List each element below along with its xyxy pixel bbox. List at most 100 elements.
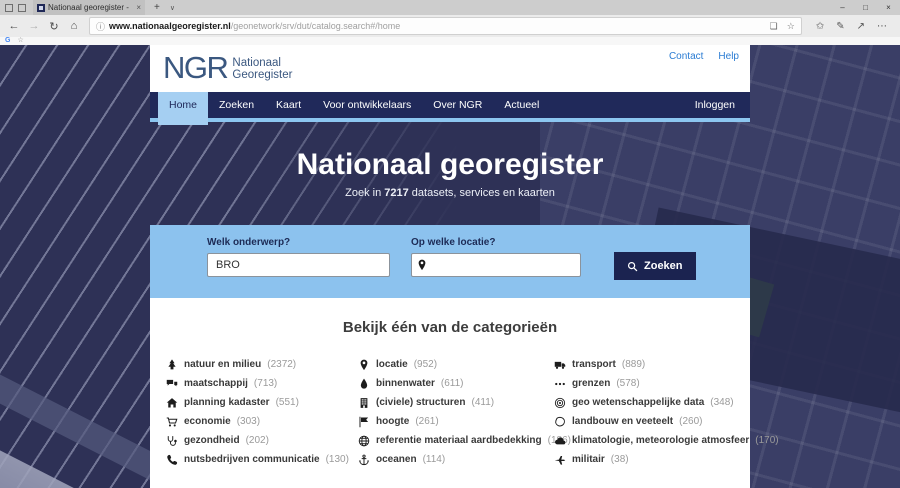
category-count: (114): [423, 454, 446, 465]
nav-item-actueel[interactable]: Actueel: [493, 92, 550, 118]
logo-acronym: NGR: [163, 49, 227, 87]
maximize-button[interactable]: □: [854, 3, 877, 12]
cart-icon: [166, 416, 178, 428]
cloud-icon: [554, 435, 566, 447]
annotate-icon[interactable]: ✎: [836, 21, 844, 32]
favorites-bar-item[interactable]: ☆: [17, 37, 23, 45]
category-count: (261): [415, 416, 438, 427]
location-field-group: Op welke locatie?: [411, 237, 581, 298]
category-label: nutsbedrijven communicatie: [184, 454, 320, 465]
dots-icon: [554, 378, 566, 390]
contact-link[interactable]: Contact: [669, 51, 703, 62]
tab-title: Nationaal georegister -: [48, 3, 133, 12]
favorites-bar-item[interactable]: G: [5, 37, 10, 45]
refresh-icon[interactable]: ↻: [44, 20, 64, 33]
content-column: NGR Nationaal Georegister Contact Help H…: [150, 45, 750, 488]
category-item[interactable]: locatie(952): [358, 358, 554, 371]
category-item[interactable]: nutsbedrijven communicatie(130): [166, 453, 358, 466]
browser-tab[interactable]: Nationaal georegister - ×: [33, 0, 145, 15]
category-item[interactable]: klimatologie, meteorologie atmosfeer(170…: [554, 434, 750, 447]
globe-icon: [358, 435, 370, 447]
nav-item-home[interactable]: Home: [158, 92, 208, 125]
page-title: Nationaal georegister: [150, 148, 750, 182]
categories-column-2: locatie(952) binnenwater(611) (civiele) st…: [358, 358, 554, 472]
category-count: (713): [254, 378, 277, 389]
favorites-bar: G ☆: [0, 37, 900, 45]
category-item[interactable]: gezondheid(202): [166, 434, 358, 447]
address-bar[interactable]: ⓘ www.nationaalgeoregister.nl /geonetwor…: [89, 17, 802, 35]
topic-input[interactable]: [207, 253, 390, 277]
search-panel: Welk onderwerp? Op welke locatie? Zoeken: [150, 225, 750, 298]
topic-field-group: Welk onderwerp?: [207, 237, 390, 298]
logo-name: Nationaal Georegister: [232, 57, 292, 87]
nav-item-voor-ontwikkelaars[interactable]: Voor ontwikkelaars: [312, 92, 422, 118]
category-item[interactable]: grenzen(578): [554, 377, 750, 390]
search-icon: [627, 261, 638, 272]
category-item[interactable]: oceanen(114): [358, 453, 554, 466]
set-tabs-aside-icon[interactable]: [5, 4, 13, 12]
reading-view-icon[interactable]: ❏: [770, 21, 778, 32]
category-item[interactable]: (civiele) structuren(411): [358, 396, 554, 409]
category-item[interactable]: hoogte (261): [358, 415, 554, 428]
nav-item-inloggen[interactable]: Inloggen: [680, 92, 750, 118]
speech-icon: [166, 378, 178, 390]
more-menu-icon[interactable]: ⋯: [877, 21, 887, 32]
ngr-logo[interactable]: NGR Nationaal Georegister: [163, 49, 750, 87]
hero-subtitle: Zoek in 7217 datasets, services en kaart…: [150, 187, 750, 199]
help-link[interactable]: Help: [718, 51, 739, 62]
category-count: (38): [611, 454, 629, 465]
category-count: (889): [622, 359, 645, 370]
forward-icon: →: [24, 20, 44, 32]
category-item[interactable]: maatschappij (713): [166, 377, 358, 390]
new-tab-button[interactable]: +: [154, 2, 160, 13]
favorites-hub-icon[interactable]: ✩: [816, 21, 824, 32]
phone-icon: [166, 454, 178, 466]
minimize-button[interactable]: –: [831, 3, 854, 12]
category-item[interactable]: natuur en milieu(2372): [166, 358, 358, 371]
tab-close-icon[interactable]: ×: [136, 3, 141, 12]
nav-items: HomeZoekenKaartVoor ontwikkelaarsOver NG…: [150, 92, 550, 118]
category-item[interactable]: militair(38): [554, 453, 750, 466]
category-count: (170): [755, 435, 778, 446]
dataset-count: 7217: [384, 187, 408, 199]
category-item[interactable]: economie(303): [166, 415, 358, 428]
close-button[interactable]: ×: [877, 3, 900, 12]
category-label: maatschappij: [184, 378, 248, 389]
back-icon[interactable]: ←: [4, 20, 24, 32]
category-label: gezondheid: [184, 435, 240, 446]
url-domain: www.nationaalgeoregister.nl: [109, 21, 231, 31]
category-item[interactable]: referentie materiaal aardbedekking(186): [358, 434, 554, 447]
category-label: hoogte: [376, 416, 409, 427]
nav-item-over-ngr[interactable]: Over NGR: [422, 92, 493, 118]
tab-preview-icon[interactable]: [18, 4, 26, 12]
page-viewport: NGR Nationaal Georegister Contact Help H…: [0, 45, 900, 488]
category-label: natuur en milieu: [184, 359, 261, 370]
share-icon[interactable]: ↗: [857, 21, 865, 32]
category-count: (578): [616, 378, 639, 389]
site-info-icon[interactable]: ⓘ: [96, 20, 105, 33]
nav-item-kaart[interactable]: Kaart: [265, 92, 312, 118]
category-label: klimatologie, meteorologie atmosfeer: [572, 435, 749, 446]
favorite-star-icon[interactable]: ☆: [787, 21, 795, 32]
category-count: (348): [710, 397, 733, 408]
category-item[interactable]: landbouw en veeteelt(260): [554, 415, 750, 428]
category-item[interactable]: geo wetenschappelijke data(348): [554, 396, 750, 409]
category-item[interactable]: binnenwater(611): [358, 377, 554, 390]
category-item[interactable]: transport(889): [554, 358, 750, 371]
category-label: landbouw en veeteelt: [572, 416, 673, 427]
search-button[interactable]: Zoeken: [614, 252, 696, 280]
tab-list-icon[interactable]: ∨: [170, 4, 175, 12]
nav-item-zoeken[interactable]: Zoeken: [208, 92, 265, 118]
building-icon: [358, 397, 370, 409]
flag-icon: [358, 416, 370, 428]
category-label: locatie: [376, 359, 408, 370]
category-label: economie: [184, 416, 231, 427]
category-item[interactable]: planning kadaster(551): [166, 396, 358, 409]
site-favicon: [37, 4, 45, 12]
plane-icon: [554, 454, 566, 466]
location-input[interactable]: [411, 253, 581, 277]
main-navigation: HomeZoekenKaartVoor ontwikkelaarsOver NG…: [150, 92, 750, 118]
home-icon[interactable]: ⌂: [64, 20, 84, 32]
categories-section: Bekijk één van de categorieën natuur en …: [150, 298, 750, 488]
category-label: binnenwater: [376, 378, 435, 389]
